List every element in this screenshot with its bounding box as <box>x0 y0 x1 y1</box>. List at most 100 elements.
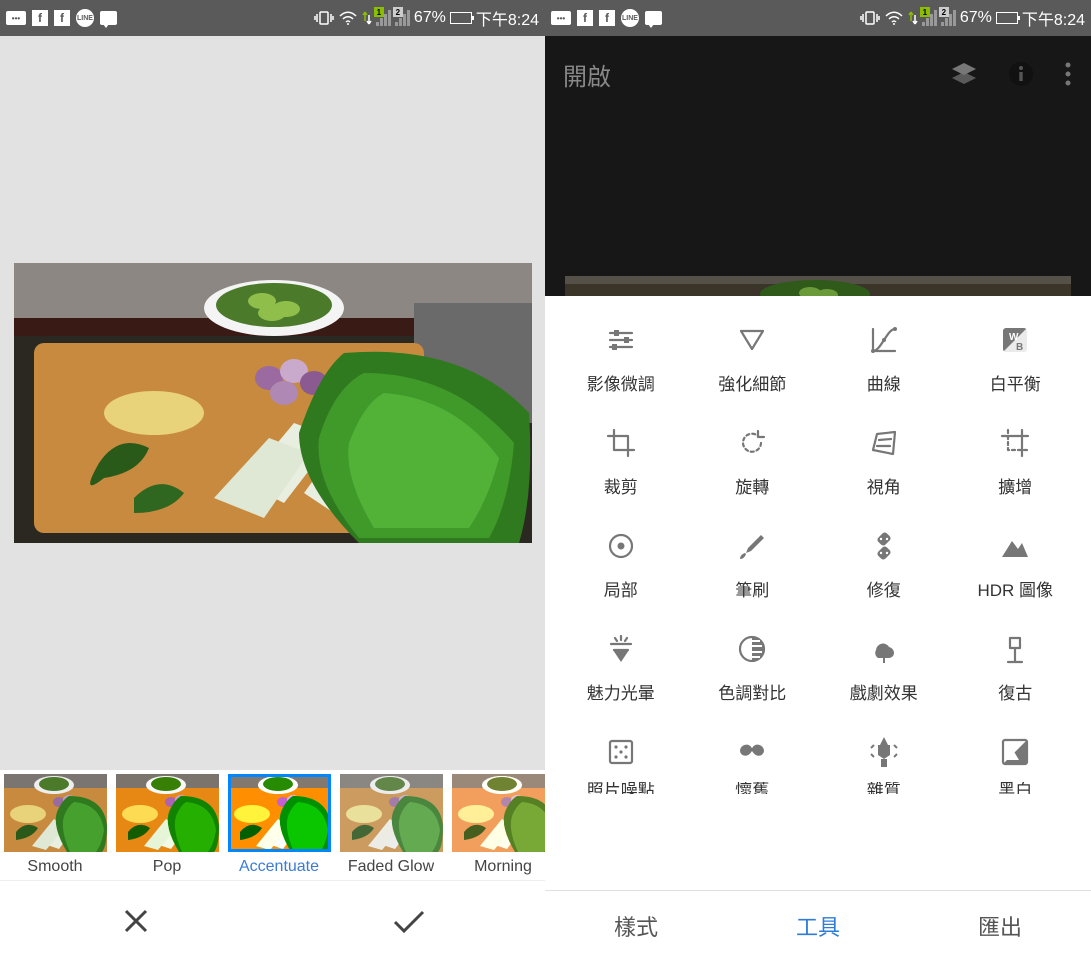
curves-icon <box>866 322 902 358</box>
tab-工具[interactable]: 工具 <box>776 904 860 948</box>
tune-icon <box>603 322 639 358</box>
tool-label: 黑白 <box>998 782 1032 794</box>
signal-sim1-icon: 1 <box>922 10 937 26</box>
filter-morning[interactable]: Morning <box>450 774 545 876</box>
grainy-icon <box>603 734 639 770</box>
heal-icon <box>866 528 902 564</box>
filter-smooth[interactable]: Smooth <box>2 774 108 876</box>
message-icon <box>100 11 117 25</box>
tool-hdr[interactable]: HDR 圖像 <box>950 528 1082 601</box>
filter-thumb <box>4 774 107 852</box>
tool-wb[interactable]: WB 白平衡 <box>950 322 1082 395</box>
tool-tonal[interactable]: 色調對比 <box>687 631 819 704</box>
tool-target[interactable]: 局部 <box>555 528 687 601</box>
filter-label: Faded Glow <box>348 858 434 876</box>
tool-grunge[interactable]: 雜質 <box>818 734 950 794</box>
info-icon[interactable] <box>1007 60 1035 88</box>
expand-icon <box>997 425 1033 461</box>
right-phone-screen: ••• f f LINE 1 2 67% 下午8:24 <box>545 0 1091 960</box>
tab-匯出[interactable]: 匯出 <box>958 904 1042 948</box>
tool-label: 裁剪 <box>604 473 638 498</box>
signal-sim2-icon: 2 <box>395 10 410 26</box>
tool-expand[interactable]: 擴增 <box>950 425 1082 498</box>
left-phone-screen: ••• f f LINE 1 2 67% <box>0 0 545 960</box>
tool-glow[interactable]: 魅力光暈 <box>555 631 687 704</box>
tool-perspective[interactable]: 視角 <box>818 425 950 498</box>
image-preview-area[interactable] <box>0 36 545 770</box>
line-app-icon: LINE <box>76 9 94 27</box>
drama-icon <box>866 631 902 667</box>
tool-crop[interactable]: 裁剪 <box>555 425 687 498</box>
filter-strip[interactable]: Smooth Pop Accentuate Faded Glow Morning <box>0 770 545 880</box>
status-bar: ••• f f LINE 1 2 67% 下午8:24 <box>545 0 1091 36</box>
filter-label: Smooth <box>27 858 82 876</box>
tool-label: 擴增 <box>998 473 1032 498</box>
tool-bw[interactable]: 黑白 <box>950 734 1082 794</box>
tool-heal[interactable]: 修復 <box>818 528 950 601</box>
tool-label: 雜質 <box>867 782 901 794</box>
image-peek <box>565 276 1071 296</box>
tool-mustache[interactable]: 懷舊 <box>687 734 819 794</box>
open-button[interactable]: 開啟 <box>563 57 611 92</box>
data-arrows-icon <box>908 10 918 26</box>
message-icon <box>645 11 662 25</box>
filter-thumb <box>228 774 331 852</box>
tool-tune[interactable]: 影像微調 <box>555 322 687 395</box>
wifi-icon <box>884 10 904 26</box>
confirm-button[interactable] <box>369 891 449 951</box>
vibrate-icon <box>860 10 880 26</box>
vintage-icon <box>997 631 1033 667</box>
tool-curves[interactable]: 曲線 <box>818 322 950 395</box>
perspective-icon <box>866 425 902 461</box>
tool-label: 魅力光暈 <box>587 679 655 704</box>
tools-panel[interactable]: 影像微調 強化細節 曲線 WB 白平衡 裁剪 旋轉 視角 擴增 局部 筆刷 修復… <box>545 296 1091 890</box>
facebook-icon: f <box>32 10 48 26</box>
cancel-button[interactable] <box>96 891 176 951</box>
tool-label: 旋轉 <box>735 473 769 498</box>
facebook-icon: f <box>599 10 615 26</box>
check-icon <box>389 904 429 938</box>
tonal-icon <box>734 631 770 667</box>
signal-sim2-icon: 2 <box>941 10 956 26</box>
tool-label: 影像微調 <box>587 370 655 395</box>
tool-triangle-down[interactable]: 強化細節 <box>687 322 819 395</box>
tool-label: 色調對比 <box>718 679 786 704</box>
dimmed-editor-background: 開啟 <box>545 36 1091 296</box>
wb-icon: WB <box>997 322 1033 358</box>
filter-thumb <box>452 774 546 852</box>
tool-brush[interactable]: 筆刷 <box>687 528 819 601</box>
rotate-icon <box>734 425 770 461</box>
tool-label: 筆刷 <box>735 576 769 601</box>
tool-grainy[interactable]: 照片噪點 <box>555 734 687 794</box>
tool-label: 修復 <box>867 576 901 601</box>
svg-text:B: B <box>1016 342 1023 353</box>
bottom-action-bar <box>0 880 545 960</box>
tool-drama[interactable]: 戲劇效果 <box>818 631 950 704</box>
tab-樣式[interactable]: 樣式 <box>594 904 678 948</box>
tool-label: 曲線 <box>867 370 901 395</box>
layers-icon[interactable] <box>949 59 979 89</box>
signal-sim1-icon: 1 <box>376 10 391 26</box>
status-time: 下午8:24 <box>476 6 539 30</box>
tool-vintage[interactable]: 復古 <box>950 631 1082 704</box>
vibrate-icon <box>314 10 334 26</box>
bottom-tab-bar: 樣式 工具 匯出 <box>545 890 1091 960</box>
filter-accentuate[interactable]: Accentuate <box>226 774 332 876</box>
facebook-icon: f <box>577 10 593 26</box>
battery-percent: 67% <box>414 9 446 27</box>
facebook-icon: f <box>54 10 70 26</box>
filter-label: Pop <box>153 858 181 876</box>
grunge-icon <box>866 734 902 770</box>
wifi-icon <box>338 10 358 26</box>
hdr-icon <box>997 528 1033 564</box>
filter-thumb <box>340 774 443 852</box>
app-bar: 開啟 <box>545 36 1091 112</box>
filter-label: Morning <box>474 858 532 876</box>
overflow-menu-icon[interactable] <box>1063 60 1073 88</box>
tool-label: 視角 <box>867 473 901 498</box>
tool-label: HDR 圖像 <box>977 576 1053 601</box>
tool-rotate[interactable]: 旋轉 <box>687 425 819 498</box>
filter-faded-glow[interactable]: Faded Glow <box>338 774 444 876</box>
brush-icon <box>734 528 770 564</box>
filter-pop[interactable]: Pop <box>114 774 220 876</box>
